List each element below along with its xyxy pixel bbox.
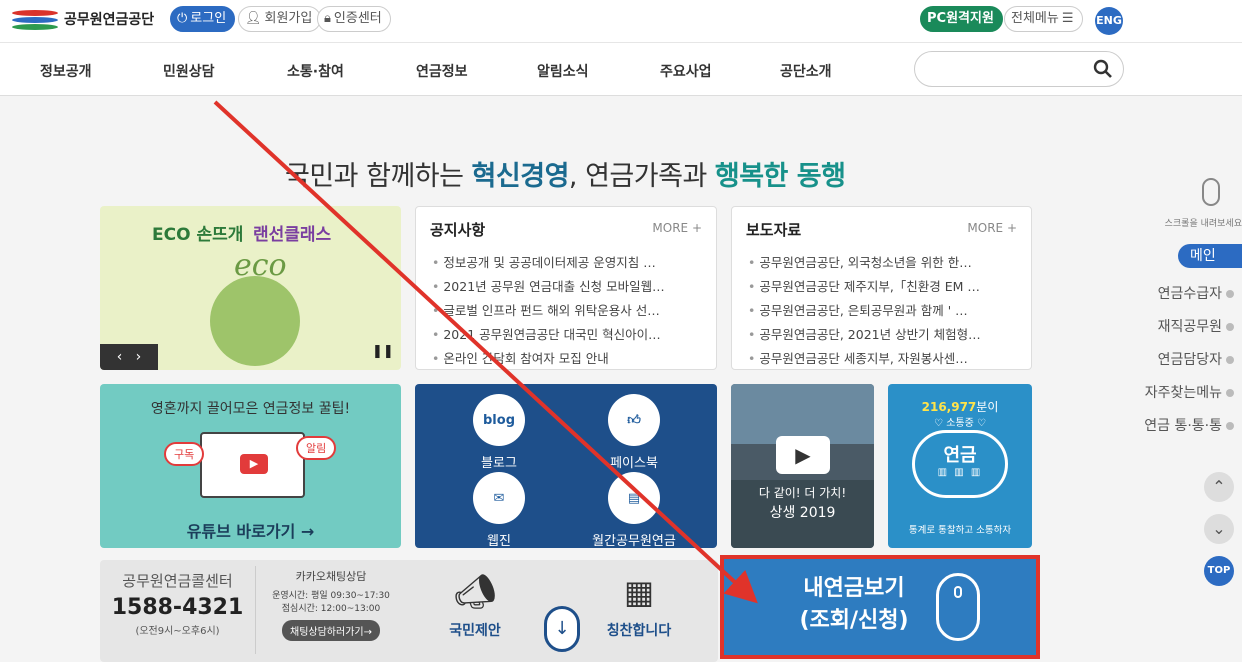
sidebar-item-admin[interactable]: 연금담당자 <box>1158 349 1234 369</box>
sidebar-item-faq-menu[interactable]: 자주찾는메뉴 <box>1145 382 1234 402</box>
sidebar-item-tong[interactable]: 연금 통·통·통 <box>1144 415 1234 435</box>
mouse-scroll-icon <box>1202 178 1220 206</box>
sidebar-item-employee[interactable]: 재직공무원 <box>1158 316 1234 336</box>
chevron-down-icon[interactable]: ⌄ <box>1204 514 1234 544</box>
sidebar-item-main[interactable]: 메인 <box>1178 244 1242 268</box>
top-button[interactable]: TOP <box>1204 556 1234 586</box>
sidebar-item-pensioner[interactable]: 연금수급자 <box>1158 283 1234 303</box>
annotation-arrow <box>213 100 758 604</box>
chevron-up-icon[interactable]: ⌃ <box>1204 472 1234 502</box>
scroll-hint: 스크롤을 내려보세요 <box>1164 219 1242 229</box>
